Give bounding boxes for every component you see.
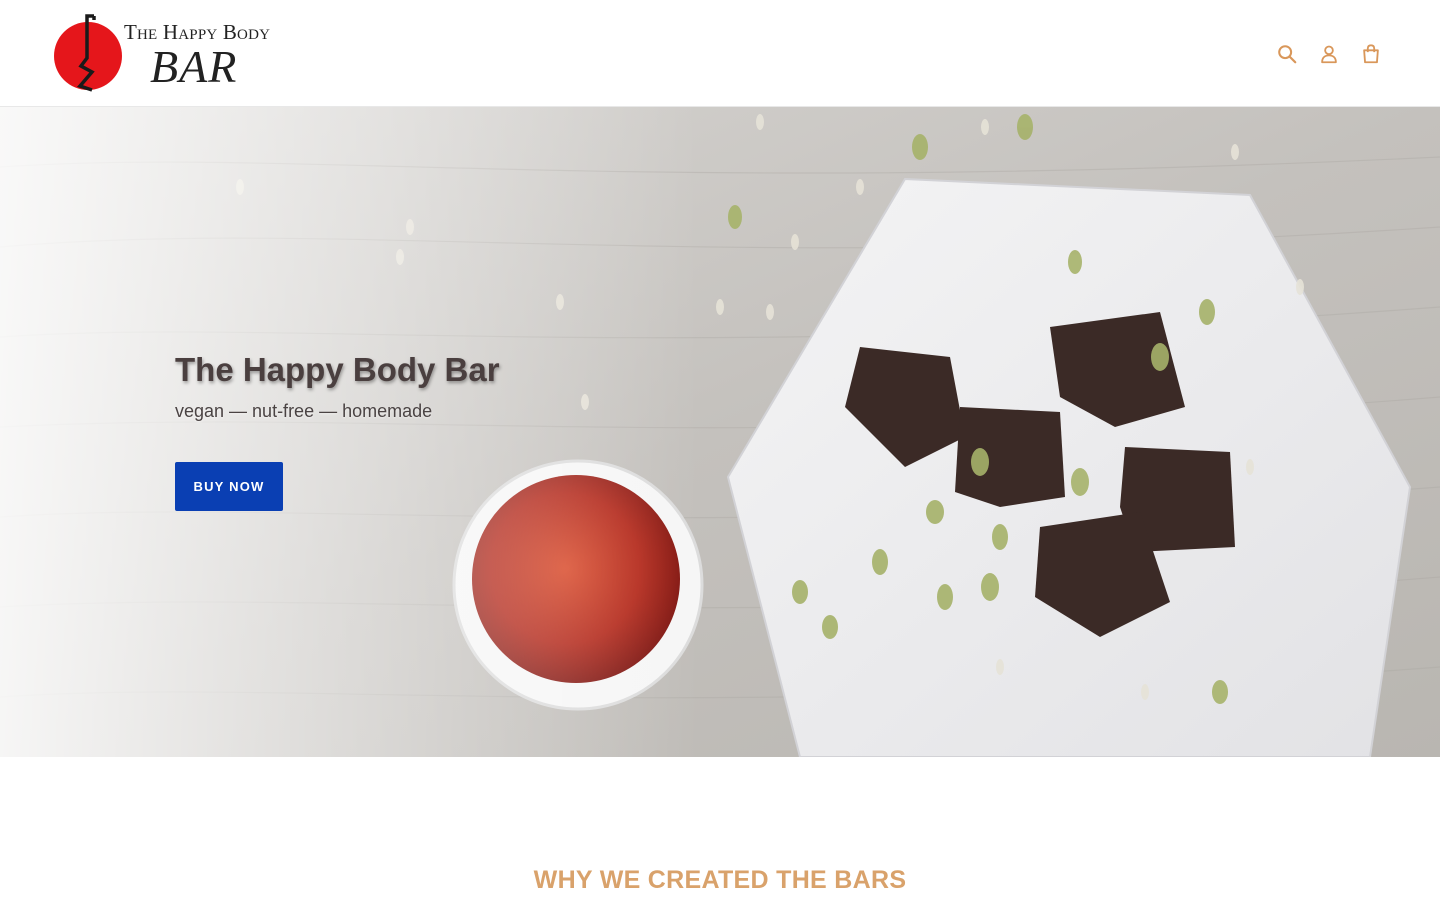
header-icons	[1274, 38, 1384, 70]
search-button[interactable]	[1274, 41, 1300, 67]
hero-content: The Happy Body Bar vegan — nut-free — ho…	[175, 351, 695, 511]
hero-banner: The Happy Body Bar vegan — nut-free — ho…	[0, 107, 1440, 757]
logo-link[interactable]: The Happy Body BAR	[54, 14, 284, 94]
search-icon	[1278, 45, 1297, 64]
account-icon	[1321, 45, 1337, 64]
buy-now-button[interactable]: BUY NOW	[175, 462, 283, 511]
cart-button[interactable]	[1358, 41, 1384, 67]
hero-fade-overlay	[0, 107, 700, 757]
hero-subtitle: vegan — nut-free — homemade	[175, 401, 433, 421]
site-header: The Happy Body BAR	[0, 0, 1440, 107]
section-title: WHY WE CREATED THE BARS	[533, 866, 907, 894]
cart-icon	[1363, 44, 1379, 64]
logo-text-line2: BAR	[150, 41, 238, 92]
logo-mark-icon	[54, 14, 122, 92]
hero-title: The Happy Body Bar	[175, 351, 500, 388]
account-button[interactable]	[1316, 41, 1342, 67]
